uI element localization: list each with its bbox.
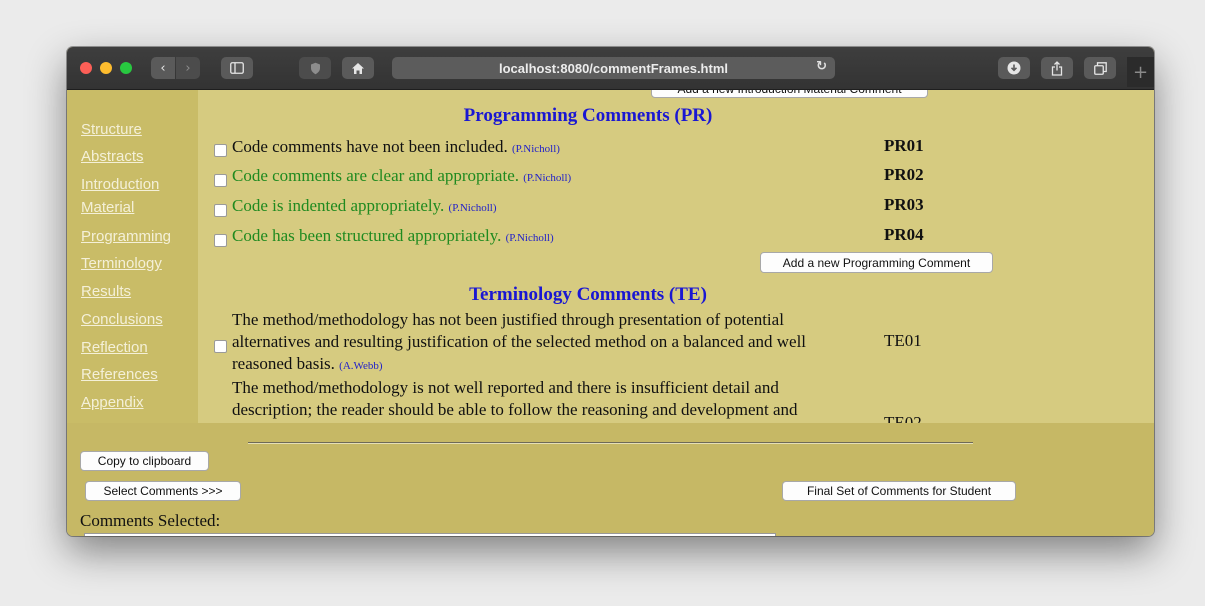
divider	[248, 442, 973, 444]
comment-text-line: The method/methodology is not well repor…	[232, 378, 779, 397]
terminology-section-title: Terminology Comments (TE)	[469, 284, 707, 305]
comment-code: PR01	[884, 136, 924, 155]
download-icon	[1007, 61, 1021, 75]
nav-link-results[interactable]: Results	[81, 283, 131, 300]
comment-checkbox[interactable]	[214, 340, 227, 353]
zoom-window-button[interactable]	[120, 62, 132, 74]
comment-code: TE02	[884, 413, 922, 423]
comment-text: Code has been structured appropriately. …	[232, 226, 554, 245]
comment-text: Code comments have not been included. (P…	[232, 137, 560, 156]
nav-link-abstracts[interactable]: Abstracts	[81, 148, 144, 165]
section-nav-frame: Structure Abstracts Introduction Materia…	[67, 90, 198, 423]
add-introduction-material-comment-button[interactable]: Add a new Introduction Material Comment	[651, 90, 928, 98]
url-text: localhost:8080/commentFrames.html	[498, 60, 729, 76]
home-icon	[352, 62, 364, 74]
sidebar-icon	[230, 62, 244, 74]
reload-icon[interactable]: ↻	[816, 59, 827, 74]
comment-author: (P.Nicholl)	[511, 143, 560, 155]
comment-checkbox[interactable]	[214, 204, 227, 217]
chevron-right-icon: ›	[185, 60, 191, 76]
nav-link-introduction[interactable]: Introduction	[81, 176, 159, 193]
comment-code: TE01	[884, 331, 922, 350]
comments-selected-textarea[interactable]	[84, 533, 776, 536]
forward-button[interactable]: ›	[176, 57, 200, 79]
nav-link-terminology[interactable]: Terminology	[81, 255, 162, 272]
comment-text: Code comments are clear and appropriate.…	[232, 166, 572, 185]
comments-frame: Add a new Introduction Material Comment …	[198, 90, 1154, 423]
downloads-button[interactable]	[998, 57, 1030, 79]
new-tab-button[interactable]: +	[1127, 57, 1154, 87]
nav-link-structure[interactable]: Structure	[81, 121, 142, 138]
minimize-window-button[interactable]	[100, 62, 112, 74]
copy-to-clipboard-button[interactable]: Copy to clipboard	[80, 451, 209, 471]
add-programming-comment-button[interactable]: Add a new Programming Comment	[760, 252, 993, 273]
browser-window: ‹ › localhost:8080/commentFrames.html ↻	[67, 47, 1154, 536]
comment-text-line: reasoned basis. (A.Webb)	[232, 354, 383, 373]
comment-text-line: description; the reader should be able t…	[232, 400, 798, 419]
nav-link-references[interactable]: References	[81, 366, 158, 383]
comment-author: (A.Webb)	[339, 360, 383, 372]
comment-author: (P.Nicholl)	[448, 202, 497, 214]
nav-link-programming[interactable]: Programming	[81, 228, 171, 245]
comment-text: The method/methodology is not well repor…	[232, 377, 882, 421]
close-window-button[interactable]	[80, 62, 92, 74]
sidebar-toggle-button[interactable]	[221, 57, 253, 79]
show-tabs-button[interactable]	[1084, 57, 1116, 79]
comment-checkbox[interactable]	[214, 234, 227, 247]
home-button[interactable]	[342, 57, 374, 79]
comment-text-line: alternatives and resulting justification…	[232, 332, 807, 351]
comment-checkbox[interactable]	[214, 174, 227, 187]
nav-link-appendix[interactable]: Appendix	[81, 394, 144, 411]
comment-code: PR04	[884, 225, 924, 244]
share-icon	[1051, 60, 1063, 76]
programming-section-title: Programming Comments (PR)	[463, 105, 713, 126]
select-comments-button[interactable]: Select Comments >>>	[85, 481, 241, 501]
comment-author: (P.Nicholl)	[505, 232, 554, 244]
comment-code: PR03	[884, 195, 924, 214]
comment-author: (P.Nicholl)	[523, 172, 572, 184]
back-button[interactable]: ‹	[151, 57, 175, 79]
nav-link-reflection[interactable]: Reflection	[81, 339, 148, 356]
nav-link-conclusions[interactable]: Conclusions	[81, 311, 163, 328]
selection-frame: Copy to clipboard Select Comments >>> Fi…	[67, 423, 1154, 536]
chevron-left-icon: ‹	[160, 60, 166, 76]
comment-code: PR02	[884, 165, 924, 184]
share-button[interactable]	[1041, 57, 1073, 79]
tabs-icon	[1093, 61, 1107, 75]
comment-text-line: The method/methodology has not been just…	[232, 310, 784, 329]
privacy-report-button[interactable]	[299, 57, 331, 79]
final-comments-button[interactable]: Final Set of Comments for Student	[782, 481, 1016, 501]
plus-icon: +	[1132, 61, 1149, 83]
address-bar[interactable]: localhost:8080/commentFrames.html ↻	[392, 57, 835, 79]
comment-checkbox[interactable]	[214, 144, 227, 157]
shield-icon	[310, 62, 320, 74]
nav-link-material[interactable]: Material	[81, 199, 134, 216]
comment-text: Code is indented appropriately. (P.Nicho…	[232, 196, 497, 215]
comment-text: The method/methodology has not been just…	[232, 309, 882, 377]
comments-selected-label: Comments Selected:	[80, 511, 221, 530]
title-bar: ‹ › localhost:8080/commentFrames.html ↻	[67, 47, 1154, 90]
